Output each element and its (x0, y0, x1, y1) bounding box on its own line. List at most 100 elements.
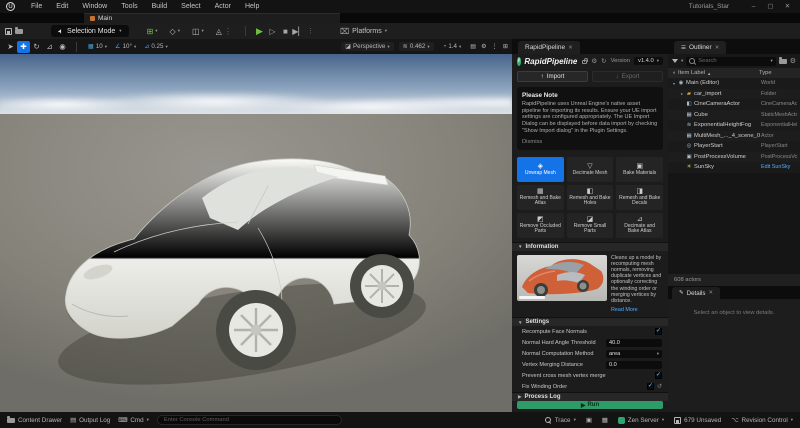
perspective-dropdown[interactable]: ◪Perspective▾ (341, 42, 393, 51)
actor-label[interactable]: SunSky (694, 164, 761, 170)
setting-checkbox[interactable]: ✓ (647, 383, 654, 390)
actor-label[interactable]: Main (Editor) (686, 80, 761, 86)
run-button[interactable]: ▶ Run (517, 401, 663, 409)
read-more-link[interactable]: Read More (611, 307, 663, 313)
content-browser-icon[interactable] (15, 29, 23, 34)
console-command-box[interactable] (157, 415, 342, 425)
preset-button[interactable]: ⊿ Decimate and Bake Atlas (616, 213, 663, 238)
item-label-column[interactable]: Item Label (678, 70, 705, 76)
blueprints-button[interactable]: ◇▾ (170, 27, 180, 36)
outliner-row[interactable]: ▦ MultiMesh_..._4_scene_0 Actor (668, 131, 800, 142)
actor-label[interactable]: CineCameraActor (694, 101, 761, 107)
play-alt-button[interactable]: ▷ (266, 27, 279, 36)
trace-dropdown[interactable]: Trace ▾ (545, 417, 576, 424)
viewport-settings-icon[interactable]: ⚙ (481, 43, 487, 50)
notifications-icon[interactable]: ▣ (586, 417, 592, 424)
search-input[interactable] (698, 58, 768, 64)
actor-label[interactable]: car_import (694, 91, 761, 97)
preset-button[interactable]: ▦ Remesh and Bake Atlas (517, 185, 564, 210)
car-model[interactable] (52, 136, 432, 386)
unsaved-changes-button[interactable]: 679 Unsaved (674, 417, 721, 424)
preset-button[interactable]: ◪ Remove Small Parts (567, 213, 614, 238)
information-section-header[interactable]: ▼ Information (512, 242, 668, 251)
actor-label[interactable]: Cube (694, 112, 761, 118)
menu-item[interactable]: Select (174, 0, 207, 13)
viewport-options-dots[interactable]: ⋮ (492, 43, 498, 50)
outliner-column-header[interactable]: ◐ Item Label ▲ Type (668, 68, 800, 78)
select-tool-button[interactable]: ➤ (4, 41, 17, 53)
unreal-logo-icon[interactable]: U (6, 2, 15, 11)
move-tool-button[interactable]: ✚ (17, 41, 30, 53)
refresh-icon[interactable]: ↻ (601, 57, 606, 65)
scale-tool-button[interactable]: ⊿ (43, 41, 56, 53)
preset-button[interactable]: ◈ Unwrap Mesh (517, 157, 564, 182)
version-dropdown[interactable]: v1.4.0▾ (634, 57, 663, 65)
restore-button[interactable]: ▢ (762, 0, 779, 13)
zen-server-status[interactable]: Zen Server ▾ (618, 417, 664, 424)
menu-item[interactable]: File (24, 0, 49, 13)
new-folder-icon[interactable] (779, 59, 787, 64)
menu-item[interactable]: Build (145, 0, 175, 13)
cinematics-button[interactable]: ◫▾ (192, 27, 204, 36)
close-tab-icon[interactable]: ✕ (568, 45, 573, 51)
tab-rapidpipeline[interactable]: RapidPipeline ✕ (518, 41, 580, 54)
console-input[interactable] (164, 417, 335, 423)
play-button[interactable]: ▶ (253, 26, 266, 37)
dismiss-link[interactable]: Dismiss (522, 139, 658, 145)
setting-value-field[interactable]: 40.0 (606, 339, 662, 347)
actor-label[interactable]: PostProcessVolume (694, 154, 761, 160)
setting-checkbox[interactable]: ✓ (655, 328, 662, 335)
preset-button[interactable]: ◧ Remesh and Bake Holes (567, 185, 614, 210)
export-button[interactable]: ↓Export (592, 71, 663, 82)
outliner-row[interactable]: ▣ PostProcessVolume PostProcessVolume (668, 152, 800, 163)
scale-snap-toggle[interactable]: ⊿0.25▾ (144, 43, 168, 50)
lock-icon[interactable] (582, 60, 587, 64)
outliner-row[interactable]: ☀ SunSky Edit SunSky (668, 162, 800, 173)
rotate-tool-button[interactable]: ↻ (30, 41, 43, 53)
outliner-row[interactable]: ▸ ▰ car_import Folder (668, 89, 800, 100)
play-options-dots[interactable]: ⋮ (307, 27, 314, 35)
cmd-dropdown[interactable]: ⌨ Cmd ▾ (118, 417, 149, 424)
outliner-row[interactable]: ▾ ◉ Main (Editor) World (668, 78, 800, 89)
output-log-button[interactable]: ▤ Output Log (70, 417, 110, 424)
filter-funnel-icon[interactable] (672, 59, 678, 63)
menu-item[interactable]: Tools (114, 0, 144, 13)
preset-button[interactable]: ▣ Bake Materials (616, 157, 663, 182)
revision-control-dropdown[interactable]: ⌥ Revision Control ▾ (731, 417, 793, 424)
package-icon[interactable]: ▦ (602, 417, 608, 424)
outliner-row[interactable]: ◧ CineCameraActor CineCameraActor (668, 99, 800, 110)
content-drawer-button[interactable]: Content Drawer (7, 417, 62, 424)
viewport-3d[interactable] (0, 54, 512, 412)
tab-outliner[interactable]: ☰ Outliner ✕ (674, 41, 726, 54)
settings-gear-icon[interactable]: ⚙ (591, 57, 597, 65)
close-tab-icon[interactable]: ✕ (715, 45, 720, 51)
preset-button[interactable]: ▽ Decimate Mesh (567, 157, 614, 182)
preset-button[interactable]: ◩ Remove Occluded Parts (517, 213, 564, 238)
chevron-down-icon[interactable]: ▾ (681, 58, 683, 64)
screenshot-icon[interactable]: ▤ (470, 43, 476, 50)
menu-item[interactable]: Edit (49, 0, 75, 13)
exposure-dropdown[interactable]: ≋0.462▾ (399, 42, 434, 51)
tab-main-level[interactable]: Main (84, 13, 340, 23)
camera-speed-control[interactable]: ◔1.4▾ (443, 43, 462, 50)
tab-details[interactable]: ✎ Details ✕ (672, 287, 720, 299)
reset-to-default-icon[interactable]: ↺ (657, 383, 662, 390)
outliner-row[interactable]: ◎ PlayerStart PlayerStart (668, 141, 800, 152)
import-button[interactable]: ↑Import (517, 71, 588, 82)
menu-item[interactable]: Actor (208, 0, 238, 13)
actor-label[interactable]: ExponentialHeightFog (694, 122, 761, 128)
stop-button[interactable]: ■ (279, 27, 292, 36)
rotation-snap-toggle[interactable]: ∠10°▾ (115, 43, 136, 50)
process-log-section-header[interactable]: ▶ Process Log (512, 392, 668, 401)
close-tab-icon[interactable]: ✕ (709, 290, 714, 296)
maximize-viewport-icon[interactable]: ⊞ (503, 43, 508, 50)
skip-button[interactable]: ▶▏ (292, 27, 305, 36)
menu-item[interactable]: Help (238, 0, 266, 13)
add-actor-button[interactable]: ⊞▾ (147, 27, 158, 36)
close-button[interactable]: ✕ (779, 0, 796, 13)
minimize-button[interactable]: – (745, 0, 762, 13)
outliner-search-box[interactable]: ▾ (686, 57, 775, 66)
actor-label[interactable]: MultiMesh_..._4_scene_0 (694, 133, 761, 139)
platforms-dropdown[interactable]: ⌧ Platforms ▾ (340, 27, 387, 36)
outliner-settings-icon[interactable]: ⚙ (790, 57, 796, 65)
